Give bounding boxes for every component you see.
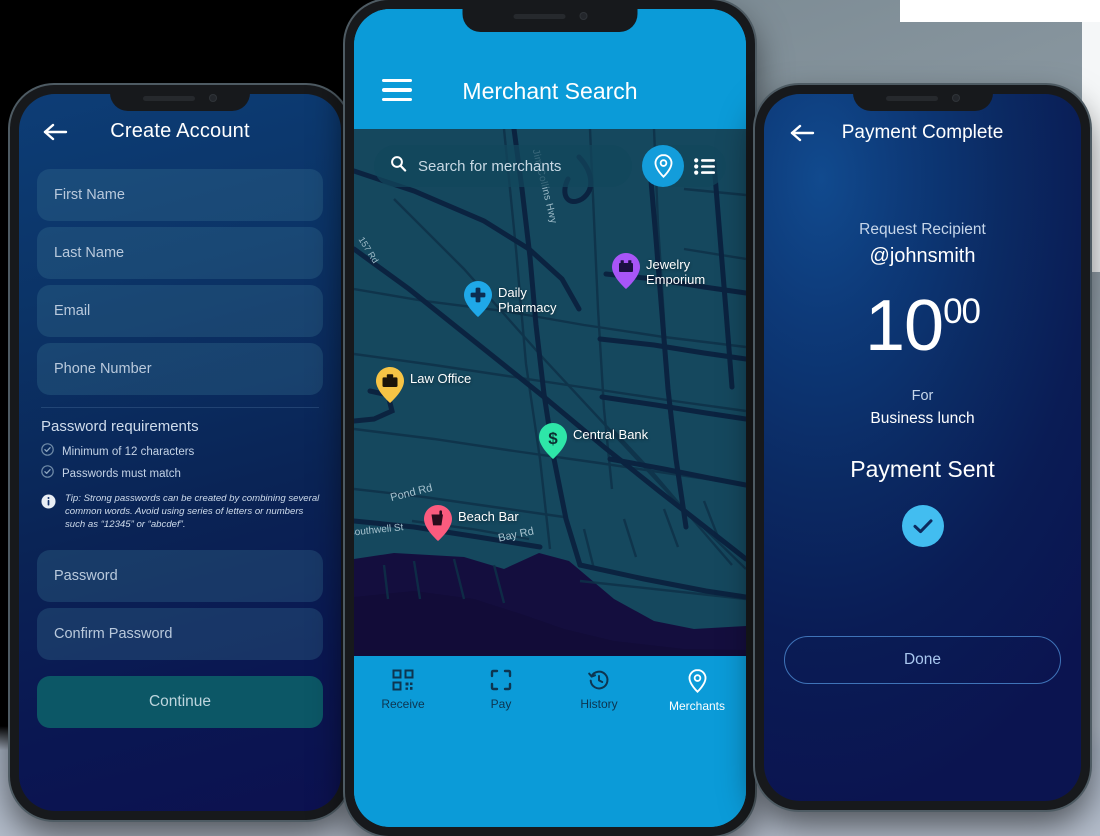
phone-payment-complete: Payment Complete Request Recipient @john… [755,85,1090,810]
check-circle-icon [901,505,944,547]
confirm-password-placeholder: Confirm Password [54,625,173,642]
email-placeholder: Email [54,303,91,319]
phone-notch [110,85,250,111]
password-placeholder: Password [54,567,118,584]
map-pin-shape [612,253,640,289]
map-marker-label: Jewelry Emporium [646,257,706,287]
front-camera-icon [209,94,217,102]
speaker-slot-icon [885,95,938,101]
done-button[interactable]: Done [784,636,1061,684]
qr-code-icon [392,669,414,691]
nav-item-pay[interactable]: Pay [465,669,537,827]
nav-label: History [580,697,618,711]
front-camera-icon [579,12,587,20]
map-pin-icon [654,154,672,178]
email-input[interactable]: Email [37,285,323,337]
phone-merchant-search: Merchant Search 157 Rd Pond Rd Southwell… [345,0,755,836]
map-pin-shape [464,281,492,317]
map-marker-jewelry-emporium[interactable]: Jewelry Emporium [612,253,705,289]
password-requirements-block: Password requirements Minimum of 12 char… [37,418,323,532]
search-icon [390,155,407,177]
phone-create-account: Create Account First Name Last Name Emai… [10,85,350,820]
confirm-password-input[interactable]: Confirm Password [37,607,323,660]
map-pin-shape [376,367,404,403]
map-view-toggle[interactable] [642,145,684,187]
recipient-handle: @johnsmith [869,245,976,267]
nav-item-history[interactable]: History [563,669,635,827]
payment-complete-screen: Payment Complete Request Recipient @john… [764,94,1081,801]
dollar-sign-icon: $ [548,429,558,448]
password-input[interactable]: Password [37,549,323,602]
password-requirements-heading: Password requirements [41,418,199,435]
background-white-top-right [900,0,1100,22]
hamburger-menu-icon[interactable] [382,78,412,101]
nav-label: Receive [381,697,425,711]
map-marker-daily-pharmacy[interactable]: Daily Pharmacy [464,281,557,317]
check-circle-icon [41,443,54,461]
history-clock-icon [588,670,609,690]
continue-button[interactable]: Continue [37,675,323,728]
password-tip-text: Tip: Strong passwords can be created by … [65,493,320,531]
speaker-slot-icon [143,95,195,101]
phone-notch [462,0,638,32]
nav-item-receive[interactable]: Receive [367,669,439,827]
password-requirement-item: Passwords must match [37,465,323,483]
payment-amount: 10 00 [784,290,1061,362]
phone-number-placeholder: Phone Number [54,361,152,377]
map-marker-label: Daily Pharmacy [498,285,557,315]
create-account-screen: Create Account First Name Last Name Emai… [19,94,341,811]
page-title: Merchant Search [462,78,638,104]
map-canvas[interactable]: Jim Collins Hwy 157 Rd Pond Rd Southwell… [354,129,746,674]
list-view-toggle[interactable] [684,157,726,175]
check-circle-icon [41,465,54,483]
password-requirement-item: Minimum of 12 characters [37,443,323,461]
last-name-input[interactable]: Last Name [37,227,323,279]
page-title: Payment Complete [841,121,1004,143]
amount-whole: 10 [864,286,944,366]
map-marker-label: Central Bank [573,427,649,442]
payment-status: Payment Sent [850,456,995,482]
map-pin-icon [688,669,706,693]
memo-label: For [911,388,934,404]
arrow-left-icon[interactable] [41,120,69,144]
bottom-navigation: Receive Pay History Merchants [354,656,746,827]
merchant-search-screen: Merchant Search 157 Rd Pond Rd Southwell… [354,9,746,827]
screenshot-canvas: Create Account First Name Last Name Emai… [0,0,1100,836]
map-marker-central-bank[interactable]: $ Central Bank [539,423,648,459]
speaker-slot-icon [513,13,565,19]
map-pin-shape: $ [539,423,567,459]
front-camera-icon [951,94,960,102]
phone-number-input[interactable]: Phone Number [37,343,323,395]
search-placeholder: Search for merchants [418,157,562,175]
map-marker-beach-bar[interactable]: Beach Bar [424,505,519,541]
password-requirement-label: Minimum of 12 characters [62,446,195,458]
search-input[interactable]: Search for merchants [374,145,632,187]
info-icon [41,494,56,532]
page-title: Create Account [110,120,250,142]
nav-label: Pay [490,697,512,711]
first-name-placeholder: First Name [54,187,125,203]
phone-notch [852,85,993,111]
password-requirement-label: Passwords must match [62,468,181,480]
map-marker-label: Law Office [410,371,472,386]
search-row: Search for merchants [374,145,726,187]
map-pin-shape [424,505,452,541]
nav-item-merchants[interactable]: Merchants [661,669,733,827]
recipient-label: Request Recipient [859,221,986,238]
memo-value: Business lunch [870,410,975,427]
nav-label: Merchants [668,699,726,713]
scan-frame-icon [490,669,512,691]
first-name-input[interactable]: First Name [37,169,323,221]
list-view-icon [694,157,715,175]
map-marker-law-office[interactable]: Law Office [376,367,471,403]
view-toggle-group [642,145,726,187]
map-marker-label: Beach Bar [458,509,519,524]
password-tip: Tip: Strong passwords can be created by … [37,492,323,532]
divider [41,407,319,408]
amount-cents: 00 [943,292,981,331]
arrow-left-icon[interactable] [788,121,816,145]
password-fields: Password Confirm Password [37,549,323,660]
last-name-placeholder: Last Name [54,245,125,261]
personal-info-fields: First Name Last Name Email Phone Number [37,169,323,395]
